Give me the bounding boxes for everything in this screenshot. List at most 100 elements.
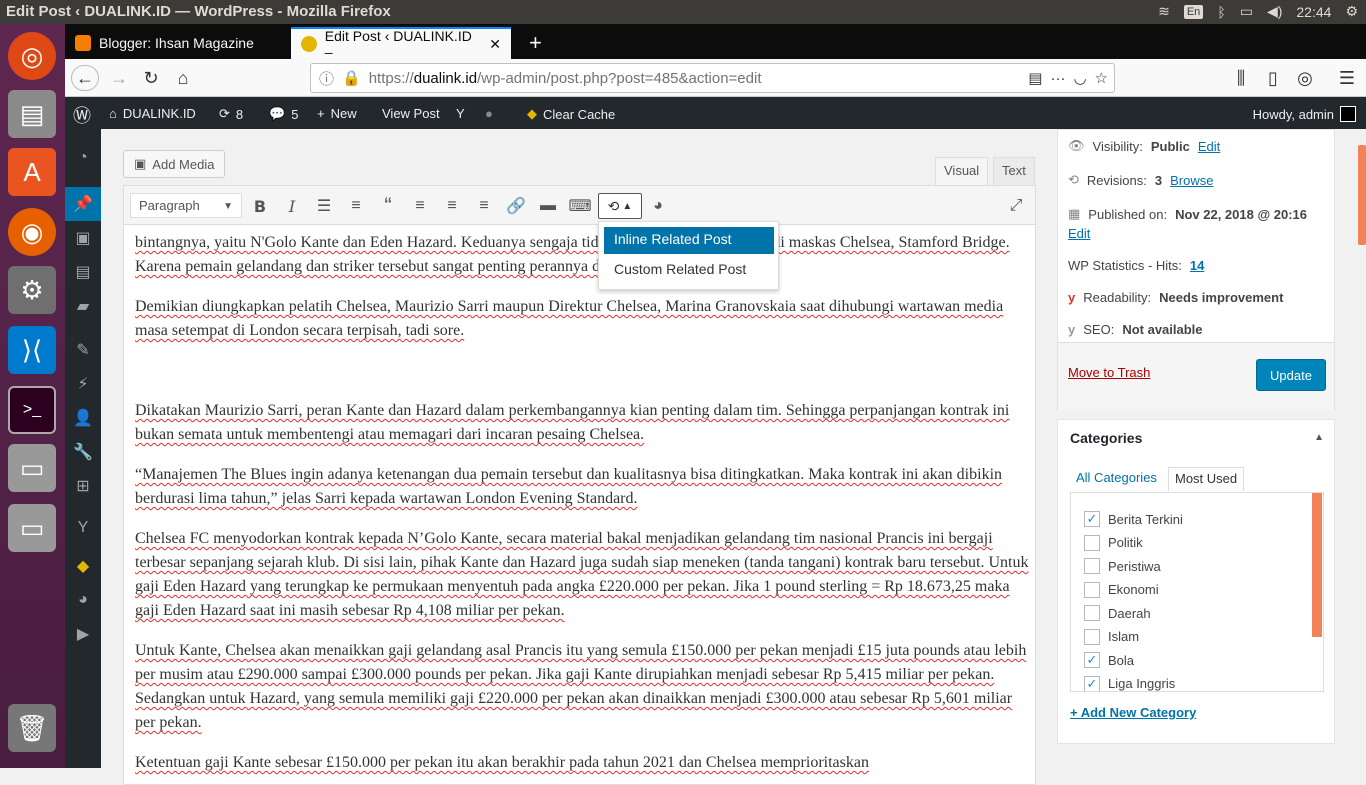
- menu-item-inline-related-post[interactable]: Inline Related Post: [604, 227, 774, 254]
- blockquote-icon[interactable]: “: [376, 193, 400, 218]
- page-actions-icon[interactable]: ···: [1050, 70, 1065, 87]
- collapse-menu-icon[interactable]: ▶: [65, 617, 101, 651]
- italic-icon[interactable]: I: [280, 194, 304, 218]
- close-tab-icon[interactable]: ✕: [489, 36, 501, 53]
- page-scrollbar[interactable]: [1356, 129, 1366, 768]
- settings-icon[interactable]: ⚙: [8, 266, 56, 314]
- menu-icon[interactable]: ☰: [1333, 65, 1361, 91]
- new-content-link[interactable]: + New: [317, 106, 357, 121]
- volume-icon[interactable]: ◀): [1267, 3, 1282, 20]
- category-checkbox[interactable]: [1084, 581, 1100, 598]
- posts-icon[interactable]: 📌: [65, 187, 101, 221]
- ubuntu-dash-icon[interactable]: ◎: [8, 32, 56, 80]
- category-item[interactable]: Peristiwa: [1084, 558, 1161, 574]
- drive-icon[interactable]: ▭: [8, 444, 56, 492]
- forward-icon[interactable]: →: [105, 65, 133, 91]
- clock[interactable]: 22:44: [1296, 4, 1331, 20]
- format-select[interactable]: Paragraph ▼: [130, 193, 242, 218]
- read-more-icon[interactable]: ▬: [536, 194, 560, 218]
- link-icon[interactable]: 🔗: [504, 194, 528, 218]
- category-item[interactable]: Daerah: [1084, 605, 1151, 621]
- bullet-list-icon[interactable]: ☰: [312, 194, 336, 218]
- scrollbar-thumb[interactable]: [1358, 145, 1366, 245]
- add-new-category-link[interactable]: + Add New Category: [1070, 705, 1196, 720]
- wordpress-logo-icon[interactable]: Ⓦ: [73, 102, 91, 128]
- comments-menu-icon[interactable]: ▰: [65, 289, 101, 323]
- add-media-button[interactable]: ▣ Add Media: [123, 150, 226, 178]
- category-item[interactable]: Politik: [1084, 534, 1143, 551]
- bold-icon[interactable]: B: [248, 194, 272, 218]
- seo-menu-icon[interactable]: Y: [65, 511, 101, 545]
- chart-icon[interactable]: ◕: [646, 194, 670, 218]
- firefox-icon[interactable]: ◉: [8, 208, 56, 256]
- wifi-icon[interactable]: ≋: [1158, 3, 1170, 20]
- sidebar-icon[interactable]: ▯: [1259, 65, 1287, 91]
- media-icon[interactable]: ▣: [65, 221, 101, 255]
- software-center-icon[interactable]: A: [8, 148, 56, 196]
- category-checkbox[interactable]: ✓: [1084, 675, 1100, 691]
- menu-item-custom-related-post[interactable]: Custom Related Post: [604, 257, 774, 284]
- tab-text[interactable]: Text: [993, 157, 1035, 185]
- align-left-icon[interactable]: ≡: [408, 194, 432, 218]
- yoast-icon[interactable]: Y: [456, 106, 465, 121]
- category-item[interactable]: Ekonomi: [1084, 581, 1159, 598]
- category-item[interactable]: Islam: [1084, 628, 1139, 645]
- move-to-trash-link[interactable]: Move to Trash: [1068, 365, 1150, 380]
- tab-all-categories[interactable]: All Categories: [1070, 467, 1163, 491]
- site-name-link[interactable]: ⌂ DUALINK.ID: [109, 106, 196, 121]
- files-icon[interactable]: ▤: [8, 90, 56, 138]
- browse-revisions-link[interactable]: Browse: [1170, 173, 1213, 188]
- statistics-icon[interactable]: ◕: [65, 583, 101, 617]
- keyboard-layout-indicator[interactable]: En: [1183, 4, 1204, 19]
- home-icon[interactable]: ⌂: [169, 65, 197, 91]
- battery-icon[interactable]: ▭: [1240, 3, 1253, 20]
- related-post-button[interactable]: ⟲ ▲: [598, 193, 642, 219]
- category-checkbox[interactable]: [1084, 605, 1100, 621]
- editor-content[interactable]: bintangnya, yaitu N'Golo Kante dan Eden …: [123, 225, 1036, 785]
- view-post-link[interactable]: View Post: [382, 106, 440, 121]
- hits-link[interactable]: 14: [1190, 258, 1204, 273]
- info-icon[interactable]: ⓘ: [319, 68, 334, 89]
- back-icon[interactable]: ←: [71, 65, 99, 91]
- category-scrollbar[interactable]: [1312, 493, 1322, 637]
- category-checkbox[interactable]: ✓: [1084, 652, 1100, 668]
- edit-date-link[interactable]: Edit: [1068, 226, 1090, 241]
- settings-menu-icon[interactable]: ⊞: [65, 469, 101, 503]
- pages-icon[interactable]: ▤: [65, 255, 101, 289]
- account-menu[interactable]: Howdy, admin: [1253, 106, 1356, 122]
- updates-link[interactable]: ⟳ 8: [219, 106, 243, 122]
- update-button[interactable]: Update: [1256, 359, 1326, 391]
- tab-visual[interactable]: Visual: [935, 157, 989, 185]
- numbered-list-icon[interactable]: ≡: [344, 194, 368, 218]
- drive-icon-2[interactable]: ▭: [8, 504, 56, 552]
- clear-cache-link[interactable]: ◆ Clear Cache: [527, 106, 615, 122]
- edit-visibility-link[interactable]: Edit: [1198, 139, 1220, 154]
- category-checkbox[interactable]: ✓: [1084, 511, 1100, 527]
- vscode-icon[interactable]: ⟩⟨: [8, 326, 56, 374]
- pocket-icon[interactable]: ◡: [1073, 69, 1086, 87]
- terminal-icon[interactable]: >_: [8, 386, 56, 434]
- dashboard-icon[interactable]: ◔: [65, 141, 101, 175]
- power-icon[interactable]: ⚙: [1345, 3, 1358, 20]
- reload-icon[interactable]: ↻: [137, 65, 165, 91]
- category-checkbox[interactable]: [1084, 534, 1100, 551]
- fullscreen-icon[interactable]: ⤢: [1004, 194, 1028, 218]
- category-item[interactable]: ✓ Berita Terkini: [1084, 511, 1183, 527]
- library-icon[interactable]: ⫼: [1227, 65, 1255, 91]
- category-checkbox[interactable]: [1084, 628, 1100, 645]
- reader-view-icon[interactable]: ▤: [1028, 69, 1042, 87]
- appearance-icon[interactable]: ✎: [65, 333, 101, 367]
- users-icon[interactable]: 👤: [65, 401, 101, 435]
- align-right-icon[interactable]: ≡: [472, 194, 496, 218]
- cache-menu-icon[interactable]: ◆: [65, 549, 101, 583]
- tab-edit-post[interactable]: Edit Post ‹ DUALINK.ID – ✕: [291, 27, 511, 60]
- toolbar-toggle-icon[interactable]: ⌨: [568, 194, 592, 218]
- comments-link[interactable]: 💬 5: [269, 106, 298, 122]
- category-item[interactable]: ✓ Liga Inggris: [1084, 675, 1175, 691]
- bluetooth-icon[interactable]: ᛒ: [1217, 4, 1225, 20]
- tools-icon[interactable]: 🔧: [65, 435, 101, 469]
- new-tab-button[interactable]: +: [519, 27, 552, 59]
- toggle-panel-icon[interactable]: ▲: [1314, 432, 1324, 443]
- category-item[interactable]: ✓ Bola: [1084, 652, 1134, 668]
- plugins-icon[interactable]: ⚡: [65, 367, 101, 401]
